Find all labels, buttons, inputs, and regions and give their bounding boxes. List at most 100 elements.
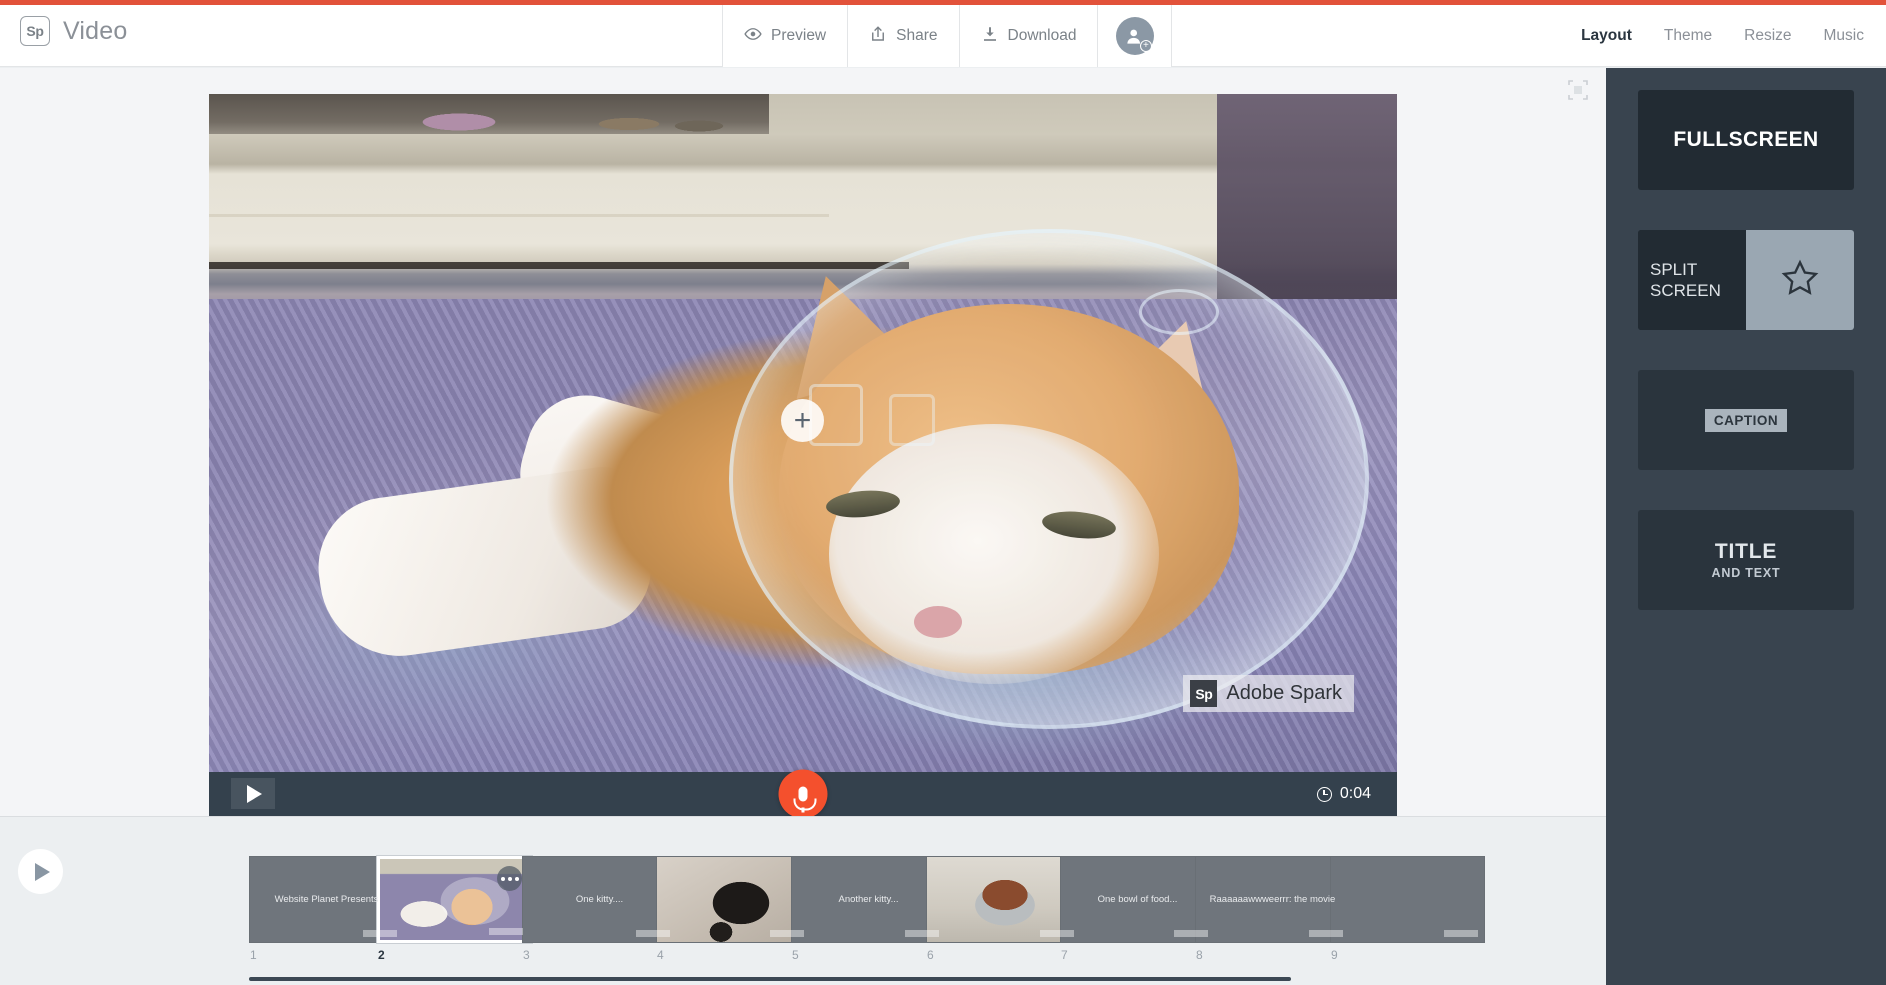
cone-tab-3 [889, 394, 935, 446]
slide-thumbnail-2[interactable]: 2 [377, 856, 532, 962]
fit-to-frame-icon[interactable] [1566, 78, 1590, 102]
tab-theme[interactable]: Theme [1664, 27, 1712, 45]
preview-stage: + Sp Adobe Spark 0:04 [0, 68, 1606, 816]
preview-label: Preview [771, 27, 827, 44]
player-controls: 0:04 [209, 769, 1397, 816]
layout-option-caption[interactable]: CAPTION [1638, 370, 1854, 470]
tab-music[interactable]: Music [1824, 27, 1864, 45]
slide-number: 4 [657, 948, 664, 962]
slide-thumb-media [1330, 856, 1485, 943]
layout-option-fullscreen-label: FULLSCREEN [1673, 128, 1819, 151]
slide-watermark [636, 930, 670, 937]
slide-watermark [489, 928, 523, 935]
invite-collaborator-button[interactable]: + [1098, 5, 1173, 67]
brand[interactable]: Sp Video [20, 16, 128, 46]
scene-wall-line-top [209, 214, 829, 217]
slide-caption: Raaaaaawwweerrr: the movie [1209, 894, 1336, 905]
scene-wall-line [209, 262, 909, 269]
slide-thumb-media: Another kitty... [791, 856, 946, 943]
slide-filmstrip: + Website Planet Presents 1 2 [0, 816, 1606, 985]
slide-thumb-media [377, 856, 532, 943]
preview-button[interactable]: Preview [723, 5, 849, 67]
filmstrip-play-button[interactable] [18, 849, 63, 894]
download-icon [981, 25, 999, 48]
slide-list: Website Planet Presents 1 2 One kitty...… [249, 817, 1606, 985]
slide-watermark [1444, 930, 1478, 937]
layout-option-split-line1: SPLIT [1650, 260, 1698, 279]
plus-badge-icon: + [1139, 40, 1152, 52]
slide-number: 5 [792, 948, 799, 962]
layout-option-caption-label: CAPTION [1704, 408, 1788, 432]
duration-value: 0:04 [1339, 785, 1371, 802]
slide-number: 6 [927, 948, 934, 962]
spark-video-editor: Sp Video Preview Share Download + Layout… [0, 0, 1886, 985]
app-header: Sp Video Preview Share Download + Layout… [0, 5, 1886, 67]
split-screen-media-half [1746, 230, 1854, 330]
slide-thumb-media: One bowl of food... [1060, 856, 1215, 943]
slide-thumbnail-8[interactable]: Raaaaaawwweerrr: the movie 8 [1195, 856, 1350, 962]
slide-watermark [905, 930, 939, 937]
app-title: Video [63, 16, 128, 45]
slide-thumbnail-5[interactable]: Another kitty... 5 [791, 856, 946, 962]
slide-thumbnail-3[interactable]: One kitty.... 3 [522, 856, 677, 962]
spark-logo-icon: Sp [20, 16, 50, 46]
share-button[interactable]: Share [848, 5, 960, 67]
filmstrip-scrollbar-track[interactable] [0, 973, 1606, 985]
cat-cone-collar [729, 229, 1369, 729]
slide-thumbnail-7[interactable]: One bowl of food... 7 [1060, 856, 1215, 962]
eye-icon [744, 25, 762, 48]
slide-caption: One kitty.... [575, 894, 624, 905]
slide-thumbnail-6[interactable]: 6 [926, 856, 1081, 962]
video-preview-frame: + Sp Adobe Spark 0:04 [209, 94, 1397, 816]
watermark: Sp Adobe Spark [1183, 675, 1354, 712]
share-label: Share [896, 27, 938, 44]
slide-watermark [1309, 930, 1343, 937]
layout-option-split-line2: SCREEN [1650, 281, 1721, 300]
split-screen-text-half: SPLIT SCREEN [1638, 230, 1746, 330]
tab-layout[interactable]: Layout [1581, 27, 1632, 45]
header-toolbar: Preview Share Download + [722, 5, 1173, 67]
scene-shelf-items [399, 100, 759, 134]
layout-option-fullscreen[interactable]: FULLSCREEN [1638, 90, 1854, 190]
video-media: + Sp Adobe Spark [209, 94, 1397, 772]
slide-caption: One bowl of food... [1097, 894, 1178, 905]
slide-thumb-media [926, 856, 1081, 943]
play-triangle-icon [247, 784, 262, 803]
slide-number: 7 [1061, 948, 1068, 962]
slide-thumb-media: One kitty.... [522, 856, 677, 943]
share-upload-icon [869, 25, 887, 48]
add-media-button[interactable]: + [781, 399, 824, 442]
microphone-icon [793, 786, 817, 813]
layout-option-title-and-text[interactable]: TITLE AND TEXT [1638, 510, 1854, 610]
download-button[interactable]: Download [959, 5, 1099, 67]
slide-number: 8 [1196, 948, 1203, 962]
panel-tabs: Layout Theme Resize Music [1581, 5, 1864, 67]
duration-readout: 0:04 [1316, 785, 1371, 803]
clock-icon [1316, 786, 1332, 802]
record-voice-button[interactable] [778, 769, 828, 816]
filmstrip-scrollbar-thumb[interactable] [249, 977, 1291, 981]
slide-number: 3 [523, 948, 530, 962]
play-button[interactable] [231, 778, 275, 809]
watermark-text: Adobe Spark [1226, 682, 1342, 704]
slide-number: 2 [378, 948, 385, 962]
download-label: Download [1007, 27, 1077, 44]
add-person-icon: + [1115, 17, 1154, 55]
slide-watermark [1174, 930, 1208, 937]
slide-thumb-media [656, 856, 811, 943]
slide-caption: Website Planet Presents [274, 894, 379, 905]
slide-thumbnail-4[interactable]: 4 [656, 856, 811, 962]
star-icon [1780, 258, 1820, 303]
slide-watermark [770, 930, 804, 937]
slide-watermark [363, 930, 397, 937]
slide-number: 9 [1331, 948, 1338, 962]
slide-more-options-icon[interactable] [497, 866, 522, 891]
play-triangle-icon [35, 862, 50, 881]
cone-tab-1 [1139, 289, 1219, 335]
layout-option-title-line2: AND TEXT [1711, 566, 1781, 580]
tab-resize[interactable]: Resize [1744, 27, 1791, 45]
slide-thumb-media: Raaaaaawwweerrr: the movie [1195, 856, 1350, 943]
slide-thumbnail-9[interactable]: 9 [1330, 856, 1485, 962]
layout-option-split-screen[interactable]: SPLIT SCREEN [1638, 230, 1854, 330]
watermark-logo-icon: Sp [1190, 680, 1218, 707]
